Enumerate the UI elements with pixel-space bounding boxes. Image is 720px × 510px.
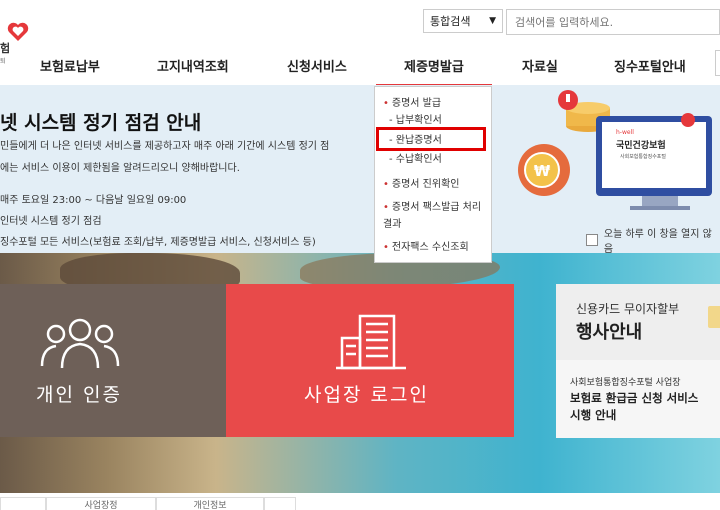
search-scope-label: 통합검색 xyxy=(430,15,471,28)
nhis-logo-text: 국민건강보험 xyxy=(616,139,666,151)
bullet-icon: • xyxy=(383,98,389,109)
bottom-tab-personal-info[interactable]: 개인정보 xyxy=(156,497,264,510)
menu-item-label: 증명서 진위확인 xyxy=(391,179,460,190)
bullet-icon: • xyxy=(383,242,389,253)
bullet-icon: • xyxy=(383,202,389,213)
bullet-icon: • xyxy=(383,179,389,190)
users-group-icon xyxy=(40,318,120,369)
nav-item-application-service[interactable]: 신청서비스 xyxy=(287,56,347,75)
nav-item-portal-guide[interactable]: 징수포털안내 xyxy=(614,56,686,75)
hwell-brand-text: h-well xyxy=(616,129,634,136)
certificate-dropdown-menu: • 증명서 발급 - 납부확인서 - 완납증명서 - 수납확인서 • 증명서 진위확… xyxy=(374,86,492,263)
computer-illustration: ₩ h-well 국민건강보험 사회보험통합징수포털 xyxy=(518,90,712,210)
hide-today-option[interactable]: 오늘 하루 이 창을 열지 않음 xyxy=(586,225,720,255)
bottom-tab[interactable] xyxy=(264,497,296,510)
building-icon xyxy=(336,314,406,370)
menu-item-payment-confirmation[interactable]: - 납부확인서 xyxy=(389,114,493,127)
nav-item-resources[interactable]: 자료실 xyxy=(522,56,558,75)
refund-card-line2: 보험료 환급금 신청 서비스 xyxy=(570,391,699,405)
nav-edge-button[interactable] xyxy=(715,50,720,76)
banner-line: 매주 토요일 23:00 ~ 다음날 일요일 09:00 xyxy=(0,195,187,206)
banner-line: 민들에게 더 나은 인터넷 서비스를 제공하고자 매주 아래 기간에 시스템 정… xyxy=(0,141,330,152)
menu-item-fax-issuance-result-cont[interactable]: 결과 xyxy=(383,218,487,231)
menu-item-fax-issuance-result[interactable]: • 증명서 팩스발급 처리 xyxy=(383,201,487,214)
header: 험 퇴 통합검색 ▼ 보험료납부 고지내역조회 신청서비스 제증명발급 자료실 … xyxy=(0,0,720,87)
menu-item-label: 증명서 팩스발급 처리 xyxy=(391,202,482,213)
menu-item-certificate-verification[interactable]: • 증명서 진위확인 xyxy=(383,178,487,191)
bottom-tab-business-info[interactable]: 사업장정 xyxy=(46,497,156,510)
menu-item-receipt-confirmation[interactable]: - 수납확인서 xyxy=(389,153,493,166)
hide-today-label: 오늘 하루 이 창을 열지 않음 xyxy=(603,229,712,255)
bottom-tab[interactable] xyxy=(0,497,46,510)
card-installment-line2: 행사안내 xyxy=(576,322,643,343)
personal-auth-label: 개인 인증 xyxy=(36,384,122,406)
credit-card-icon xyxy=(708,306,720,328)
menu-item-label: 증명서 발급 xyxy=(391,98,442,109)
banner-line: 징수포털 모든 서비스(보험료 조회/납부, 제증명발급 서비스, 신청서비스 … xyxy=(0,237,316,248)
menu-item-efax-inquiry[interactable]: • 전자팩스 수신조회 xyxy=(383,241,487,254)
personal-auth-tile[interactable]: 개인 인증 xyxy=(0,284,226,437)
nav-item-premium-payment[interactable]: 보험료납부 xyxy=(40,56,100,75)
search-input[interactable] xyxy=(506,9,720,35)
nhis-logo-subtext: 사회보험통합징수포털 xyxy=(620,153,666,160)
banner-title: 넷 시스템 정기 점검 안내 xyxy=(0,112,202,134)
coin-symbol: ₩ xyxy=(534,162,551,180)
banner-line: 인터넷 시스템 정기 점검 xyxy=(0,216,102,227)
card-installment-line1: 신용카드 무이자할부 xyxy=(576,302,680,316)
refund-card-line1: 사회보험통합징수포털 사업장 xyxy=(570,378,681,388)
banner-line: 에는 서비스 이용이 제한됨을 알려드리오니 양해바랍니다. xyxy=(0,163,240,174)
nav-item-notice-history[interactable]: 고지내역조회 xyxy=(157,56,229,75)
business-login-tile[interactable]: 사업장 로그인 xyxy=(226,284,514,437)
business-login-label: 사업장 로그인 xyxy=(304,384,429,406)
nav-item-certificate-issuance[interactable]: 제증명발급 xyxy=(376,56,492,87)
menu-item-certificate-issuance[interactable]: • 증명서 발급 xyxy=(383,97,487,110)
chevron-down-icon: ▼ xyxy=(489,16,496,26)
refund-card-line3: 시행 안내 xyxy=(570,408,617,422)
highlight-box xyxy=(376,127,486,151)
hide-today-checkbox[interactable] xyxy=(586,234,598,246)
main-nav: 보험료납부 고지내역조회 신청서비스 제증명발급 자료실 징수포털안내 xyxy=(0,48,720,87)
menu-item-label: 전자팩스 수신조회 xyxy=(391,242,469,253)
search-scope-select[interactable]: 통합검색 ▼ xyxy=(423,9,503,33)
